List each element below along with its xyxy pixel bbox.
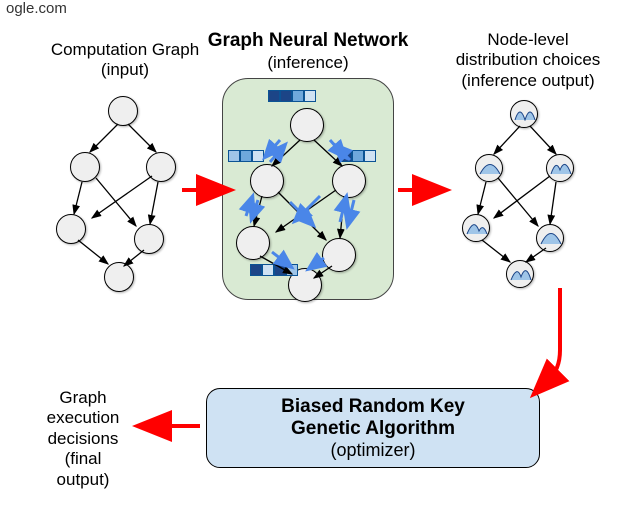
- gnn-node: [236, 226, 270, 260]
- dist-node: [510, 100, 538, 128]
- gnn-node: [322, 238, 356, 272]
- gnn-label: Graph Neural Network (inference): [198, 30, 418, 73]
- optimizer-title-l2: Genetic Algorithm: [291, 418, 455, 440]
- input-node: [70, 152, 100, 182]
- header-fragment: ogle.com: [6, 0, 67, 17]
- gnn-node: [332, 164, 366, 198]
- gnn-node: [290, 108, 324, 142]
- input-graph-label: Computation Graph (input): [40, 40, 210, 81]
- input-node: [134, 224, 164, 254]
- optimizer-title-l1: Biased Random Key: [281, 396, 465, 418]
- optimizer-sub: (optimizer): [330, 440, 415, 461]
- input-node: [104, 262, 134, 292]
- dist-node: [462, 214, 490, 242]
- input-node: [108, 96, 138, 126]
- output-dist-label: Node-level distribution choices (inferen…: [440, 30, 616, 91]
- feature-bar: [268, 90, 316, 102]
- dist-node: [475, 154, 503, 182]
- input-node: [56, 214, 86, 244]
- gnn-node: [250, 164, 284, 198]
- feature-bar: [340, 150, 376, 162]
- dist-node: [546, 154, 574, 182]
- diagram-canvas: ogle.com Computation Graph (input) Graph…: [0, 0, 640, 530]
- dist-node: [506, 260, 534, 288]
- feature-bar: [250, 264, 298, 276]
- input-node: [146, 152, 176, 182]
- final-output-label: Graph execution decisions (final output): [38, 388, 128, 490]
- optimizer-panel: Biased Random Key Genetic Algorithm (opt…: [206, 388, 540, 468]
- dist-node: [536, 224, 564, 252]
- feature-bar: [228, 150, 264, 162]
